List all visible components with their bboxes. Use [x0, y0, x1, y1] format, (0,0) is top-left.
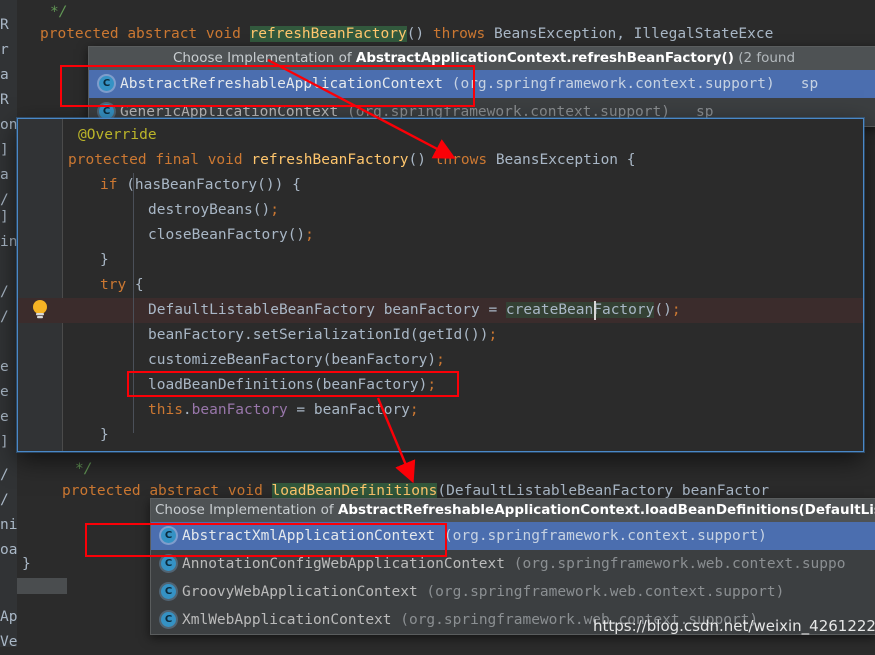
popup-title-signature: AbstractApplicationContext.refreshBeanFa… — [355, 50, 734, 66]
code-line[interactable]: if (hasBeanFactory()) { — [100, 173, 863, 198]
choose-implementation-popup-bottom[interactable]: Choose Implementation of AbstractRefresh… — [150, 498, 875, 635]
code-token: beanFactory.setSerializationId(getId()) — [148, 327, 489, 343]
background-code-fragment: R — [0, 92, 9, 108]
highlight-box-abstract-refreshable — [60, 65, 475, 107]
preview-code[interactable]: @Override protected final void refreshBea… — [18, 119, 863, 451]
code-line[interactable]: this.beanFactory = beanFactory; — [148, 398, 863, 423]
code-line[interactable]: try { — [100, 273, 863, 298]
code-token: } — [22, 556, 31, 572]
code-token: ; — [436, 352, 445, 368]
popup-title-prefix: Choose Implementation of — [172, 50, 356, 66]
code-line[interactable]: customizeBeanFactory(beanFactory); — [148, 348, 863, 373]
code-token: BeanFactory — [558, 302, 655, 318]
code-token: void — [205, 26, 250, 42]
code-token: () — [406, 26, 433, 42]
watermark: https://blog.csdn.net/weixin_42612223 — [593, 617, 875, 635]
code-token: loadBeanDefinitions — [271, 483, 438, 499]
intention-bulb-icon[interactable] — [30, 298, 50, 320]
code-token: @Override — [78, 127, 157, 143]
class-icon: C — [161, 583, 176, 599]
code-token: this — [148, 402, 183, 418]
text-caret — [594, 301, 596, 320]
code-token: } — [100, 252, 109, 268]
code-token: abstract — [127, 26, 206, 42]
code-token: closeBeanFactory — [148, 227, 288, 243]
code-token: () — [287, 227, 306, 243]
implementation-row-trailing: sp — [800, 76, 819, 92]
implementation-list-item[interactable]: C GroovyWebApplicationContext (org.spring… — [151, 578, 875, 606]
popup-title-bottom: Choose Implementation of AbstractRefresh… — [151, 499, 875, 522]
class-icon: C — [161, 611, 176, 627]
code-token: customizeBeanFactory(beanFactory) — [148, 352, 437, 368]
code-token: protected — [40, 26, 128, 42]
code-token: ; — [488, 327, 498, 343]
code-token: . — [182, 402, 192, 418]
code-token: void — [227, 483, 272, 499]
code-token: DefaultListableBeanFactory beanFactory = — [148, 302, 506, 318]
code-token: () — [252, 202, 271, 218]
code-line[interactable]: } — [100, 423, 863, 448]
popup-title-signature-bottom: AbstractRefreshableApplicationContext.lo… — [337, 502, 875, 518]
indent-guide — [133, 273, 134, 433]
code-token: BeansException { — [495, 152, 636, 168]
code-token: abstract — [149, 483, 228, 499]
code-line[interactable]: closeBeanFactory(); — [148, 223, 863, 248]
bottom-scrollbar[interactable] — [17, 578, 67, 594]
code-token: (DefaultListableBeanFactory beanFactor — [437, 483, 770, 499]
code-token: try — [100, 277, 135, 293]
code-token: */ — [50, 4, 68, 20]
code-token: (hasBeanFactory()) { — [126, 177, 301, 193]
class-icon: C — [161, 555, 176, 571]
popup-title-count: (2 found — [733, 50, 796, 66]
indent-guide — [133, 173, 134, 273]
code-token: = beanFactory — [287, 402, 410, 418]
code-line[interactable]: protected final void refreshBeanFactory(… — [68, 148, 863, 173]
implementation-class-name: XmlWebApplicationContext — [182, 612, 392, 628]
code-token: beanFactory — [191, 402, 288, 418]
code-line[interactable]: } — [100, 248, 863, 273]
background-code-fragment: a — [0, 67, 9, 83]
code-line[interactable]: } — [22, 552, 31, 577]
implementation-package: (org.springframework.context.support) — [443, 76, 775, 92]
code-token: throws — [434, 152, 496, 168]
code-token: protected — [62, 483, 150, 499]
bottom-code-band-3 — [17, 594, 67, 647]
code-line[interactable]: DefaultListableBeanFactory beanFactory =… — [148, 298, 863, 323]
code-token: BeansException, IllegalStateExce — [494, 26, 774, 42]
code-token: () — [408, 152, 435, 168]
code-token: if — [100, 177, 127, 193]
code-token: void — [207, 152, 252, 168]
implementation-preview-window[interactable]: @Override protected final void refreshBea… — [17, 118, 864, 452]
code-token: refreshBeanFactory — [249, 26, 407, 42]
code-token: ; — [671, 302, 681, 318]
code-token: */ — [75, 461, 93, 477]
code-token: { — [134, 277, 144, 293]
code-token: create — [505, 302, 559, 318]
code-token: } — [100, 427, 109, 443]
code-token: ; — [270, 202, 279, 218]
code-token: final — [155, 152, 208, 168]
implementation-class-name: AnnotationConfigWebApplicationContext — [182, 556, 506, 572]
implementation-package: (org.springframework.web.context.support… — [417, 584, 785, 600]
code-line[interactable]: protected abstract void refreshBeanFacto… — [40, 22, 773, 47]
implementation-class-name: GroovyWebApplicationContext — [182, 584, 418, 600]
code-token: () — [654, 302, 672, 318]
code-token: destroyBeans — [148, 202, 253, 218]
code-line[interactable]: beanFactory.setSerializationId(getId()); — [148, 323, 863, 348]
implementation-package: (org.springframework.web.context.suppo — [505, 556, 846, 572]
popup-title-prefix-bottom: Choose Implementation of — [155, 502, 338, 518]
code-line[interactable]: @Override — [78, 123, 863, 148]
implementation-package: (org.springframework.context.support) — [435, 528, 767, 544]
highlight-box-load-bean-definitions — [127, 371, 459, 397]
code-token: refreshBeanFactory — [251, 152, 409, 168]
highlight-box-abstract-xml-context — [85, 523, 447, 557]
code-token: ; — [409, 402, 419, 418]
code-line[interactable]: destroyBeans(); — [148, 198, 863, 223]
code-token: protected — [68, 152, 156, 168]
code-token: ; — [305, 227, 314, 243]
code-token: throws — [432, 26, 494, 42]
